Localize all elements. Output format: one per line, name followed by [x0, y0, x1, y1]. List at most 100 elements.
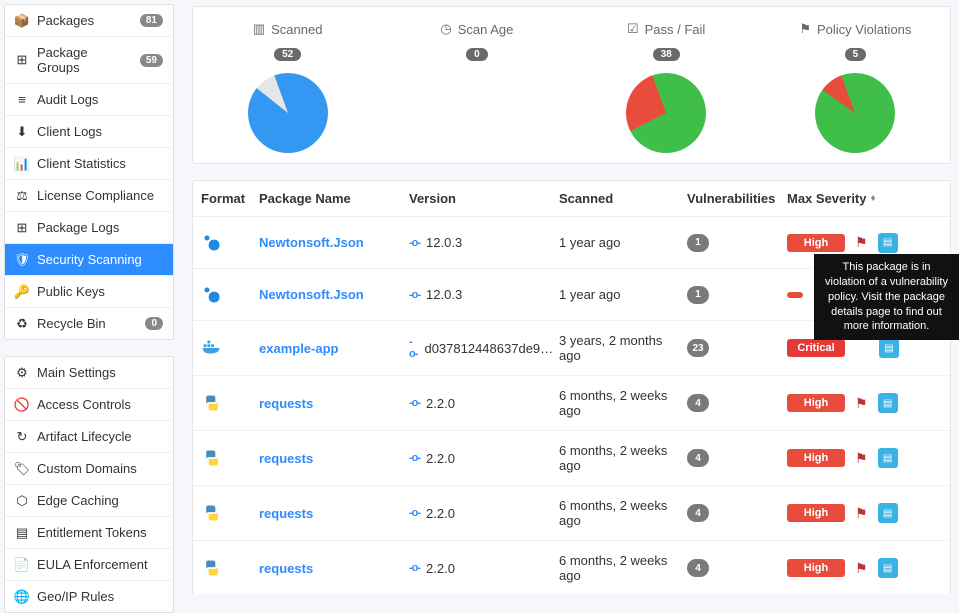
sidebar-item-label: Access Controls — [37, 397, 163, 412]
violation-flag-icon[interactable]: ⚑ — [855, 234, 868, 251]
sidebar-item-label: Geo/IP Rules — [37, 589, 163, 604]
sidebar-item-package-groups[interactable]: ⊞ Package Groups 59 — [5, 37, 173, 84]
barcode-icon: ▥ — [253, 21, 265, 37]
sidebar-item-audit-logs[interactable]: ≡Audit Logs — [5, 84, 173, 116]
severity-badge: High — [787, 234, 845, 252]
package-name-link[interactable]: Newtonsoft.Json — [259, 235, 409, 250]
scanned-cell: 6 months, 2 weeks ago — [559, 553, 687, 583]
vuln-count-badge: 4 — [687, 504, 709, 522]
violation-flag-icon[interactable]: ⚑ — [855, 505, 868, 522]
sidebar-item-custom-domains[interactable]: 🏷Custom Domains — [5, 453, 173, 485]
package-name-link[interactable]: requests — [259, 451, 409, 466]
branch-icon: -o- — [409, 237, 420, 249]
format-icon — [201, 447, 223, 469]
sidebar-item-packages[interactable]: 📦Packages81 — [5, 5, 173, 37]
severity-cell: Critical▤ — [787, 338, 949, 358]
card-passfail: ☑Pass / Fail 38 — [572, 21, 761, 153]
sidebar-item-edge-caching[interactable]: ⬡ Edge Caching — [5, 485, 173, 517]
table-row: requests-o-2.2.06 months, 2 weeks ago4Hi… — [193, 376, 950, 431]
package-name-link[interactable]: requests — [259, 506, 409, 521]
version-cell: -o-2.2.0 — [409, 451, 559, 466]
sidebar-item-label: Public Keys — [37, 284, 163, 299]
details-button[interactable]: ▤ — [878, 558, 898, 578]
th-scanned[interactable]: Scanned — [559, 191, 687, 206]
vuln-count-badge: 1 — [687, 286, 709, 304]
th-vulns[interactable]: Vulnerabilities — [687, 191, 787, 206]
sidebar-item-label: Security Scanning — [37, 252, 163, 267]
sidebar-item-label: EULA Enforcement — [37, 557, 163, 572]
branch-icon: -o- — [409, 289, 420, 301]
package-name-link[interactable]: requests — [259, 561, 409, 576]
details-button[interactable]: ▤ — [879, 338, 899, 358]
th-format[interactable]: Format — [201, 191, 259, 206]
format-icon — [201, 232, 223, 254]
details-button[interactable]: ▤ — [878, 448, 898, 468]
branch-icon: -o- — [409, 452, 420, 464]
nav-icon: ⊞ — [15, 221, 29, 235]
severity-cell: High ⚑ ▤ — [787, 448, 949, 468]
vuln-cell: 4 — [687, 559, 787, 578]
violation-flag-icon[interactable]: ⚑ — [855, 560, 868, 577]
violation-flag-icon[interactable]: ⚑ — [855, 395, 868, 412]
count-badge: 59 — [140, 54, 163, 67]
vuln-count-badge: 4 — [687, 449, 709, 467]
sidebar-item-label: Edge Caching — [37, 493, 163, 508]
th-severity[interactable]: Max Severity♦ — [787, 191, 949, 206]
version-cell: -o-2.2.0 — [409, 561, 559, 576]
sidebar-item-security-scanning[interactable]: 🛡 Security Scanning — [5, 244, 173, 276]
pie-scanned — [248, 73, 328, 153]
details-button[interactable]: ▤ — [878, 503, 898, 523]
sidebar-item-public-keys[interactable]: 🔑 Public Keys — [5, 276, 173, 308]
sidebar-item-artifact-lifecycle[interactable]: ↻Artifact Lifecycle — [5, 421, 173, 453]
card-violations: ⚑Policy Violations 5 — [761, 21, 950, 153]
sidebar-item-package-logs[interactable]: ⊞Package Logs — [5, 212, 173, 244]
violation-flag-icon[interactable]: ⚑ — [855, 450, 868, 467]
th-name[interactable]: Package Name — [259, 191, 409, 206]
sidebar-item-license-compliance[interactable]: ⚖License Compliance — [5, 180, 173, 212]
nav-icon: ≡ — [15, 93, 29, 107]
sidebar-item-eula-enforcement[interactable]: 📄EULA Enforcement — [5, 549, 173, 581]
nav-icon: 🔑 — [15, 285, 29, 299]
nav-icon: ⬡ — [15, 494, 29, 508]
scanned-cell: 1 year ago — [559, 235, 687, 250]
sidebar-item-geo-ip-rules[interactable]: 🌐Geo/IP Rules — [5, 581, 173, 612]
sidebar-item-client-statistics[interactable]: 📊Client Statistics — [5, 148, 173, 180]
sidebar-item-label: Package Groups — [37, 45, 132, 75]
scanned-cell: 6 months, 2 weeks ago — [559, 388, 687, 418]
table-row: requests-o-2.2.06 months, 2 weeks ago4Hi… — [193, 486, 950, 541]
th-version[interactable]: Version — [409, 191, 559, 206]
version-cell: -o-12.0.3 — [409, 287, 559, 302]
package-name-link[interactable]: example-app — [259, 341, 409, 356]
pie-violations — [815, 73, 895, 153]
details-button[interactable]: ▤ — [878, 233, 898, 253]
nav-icon: 📊 — [15, 157, 29, 171]
nav-icon: ⊞ — [15, 53, 29, 67]
nav-icon: ⚙ — [15, 366, 29, 380]
sidebar-item-label: Artifact Lifecycle — [37, 429, 163, 444]
vuln-count-badge: 1 — [687, 234, 709, 252]
card-scanned: ▥Scanned 52 — [193, 21, 382, 153]
sidebar-item-main-settings[interactable]: ⚙Main Settings — [5, 357, 173, 389]
severity-badge: High — [787, 449, 845, 467]
vuln-cell: 4 — [687, 394, 787, 413]
package-name-link[interactable]: requests — [259, 396, 409, 411]
sidebar-item-label: Packages — [37, 13, 132, 28]
sidebar-item-recycle-bin[interactable]: ♻Recycle Bin0 — [5, 308, 173, 339]
scanned-cell: 6 months, 2 weeks ago — [559, 498, 687, 528]
sidebar-item-entitlement-tokens[interactable]: ▤Entitlement Tokens — [5, 517, 173, 549]
nav-icon: 🛡 — [15, 253, 29, 267]
count-badge: 38 — [653, 48, 680, 61]
version-cell: -o-2.2.0 — [409, 396, 559, 411]
vuln-cell: 1 — [687, 285, 787, 304]
version-cell: -o-2.2.0 — [409, 506, 559, 521]
vuln-cell: 4 — [687, 504, 787, 523]
sidebar-item-client-logs[interactable]: ⬇Client Logs — [5, 116, 173, 148]
nav-icon: ♻ — [15, 317, 29, 331]
sidebar-item-access-controls[interactable]: 🚫Access Controls — [5, 389, 173, 421]
package-name-link[interactable]: Newtonsoft.Json — [259, 287, 409, 302]
vuln-cell: 1 — [687, 233, 787, 252]
sidebar-item-label: Recycle Bin — [37, 316, 137, 331]
branch-icon: -o- — [409, 336, 418, 360]
details-button[interactable]: ▤ — [878, 393, 898, 413]
count-badge: 81 — [140, 14, 163, 27]
